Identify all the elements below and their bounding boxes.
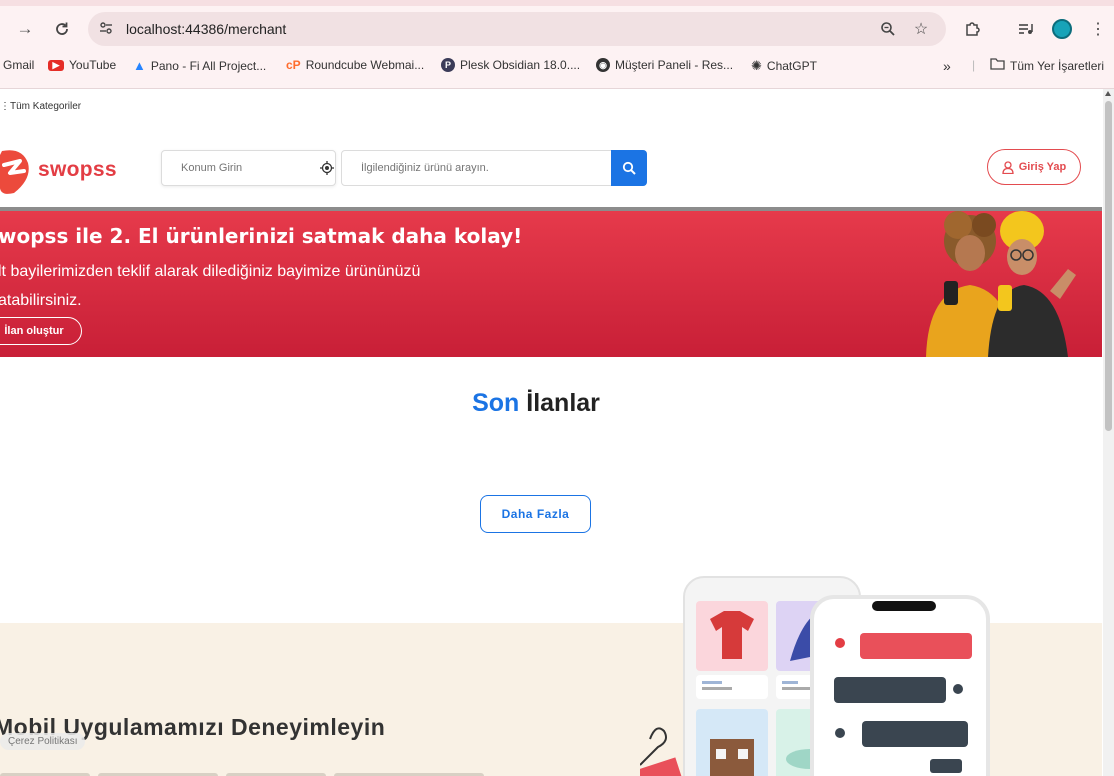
bookmark-youtube[interactable]: ▶ YouTube [48,58,116,72]
browser-chrome: → localhost:44386/merchant ☆ ⋮ Gmail ▶ Yo… [0,0,1114,89]
scrollbar-thumb[interactable] [1105,101,1112,431]
banner-title: wopss ile 2. El ürünlerinizi satmak daha… [0,224,523,248]
url-text[interactable]: localhost:44386/merchant [126,21,286,37]
app-phones-illustration [640,576,990,776]
menu-lines-icon: ⋮ [0,101,10,112]
search-input[interactable] [359,161,603,175]
bookmarks-overflow[interactable]: » [943,58,951,74]
location-input[interactable] [179,161,313,175]
site-settings-icon[interactable] [98,20,114,36]
jira-icon: ▲ [133,58,146,73]
latest-listings-title: Son İlanlar [472,389,600,417]
tab-strip [0,0,1114,6]
extensions-icon[interactable] [960,17,984,41]
search-button[interactable] [611,150,647,186]
cpanel-icon: cP [286,58,301,72]
search-icon [622,161,636,175]
all-categories-link[interactable]: ⋮Tüm Kategoriler [0,101,81,112]
swopss-logo-icon [0,150,29,194]
locate-icon[interactable] [320,161,334,175]
page-content: ⋮Tüm Kategoriler swopss Giriş Yap wopss … [0,89,1102,776]
search-field[interactable] [341,150,647,186]
forward-icon[interactable]: → [12,16,38,42]
bookmark-musteri[interactable]: ◉ Müşteri Paneli - Res... [596,58,733,72]
more-listings-button[interactable]: Daha Fazla [480,495,591,533]
globe-icon: ◉ [596,58,610,72]
cookie-policy-badge[interactable]: Çerez Politikası [0,733,86,750]
site-logo[interactable]: swopss [0,143,130,197]
star-icon[interactable]: ☆ [911,19,931,39]
logo-text: swopss [38,158,117,181]
create-listing-button[interactable]: İlan oluştur [0,317,82,345]
profile-avatar[interactable] [1052,19,1072,39]
menu-icon[interactable]: ⋮ [1086,17,1110,41]
page-scrollbar[interactable] [1103,89,1114,776]
chatgpt-icon: ✺ [751,58,762,73]
bookmarks-bar: Gmail ▶ YouTube ▲ Pano - Fi All Project...… [0,54,1114,78]
hero-banner: wopss ile 2. El ürünlerinizi satmak daha… [0,207,1102,357]
user-icon [1002,160,1014,174]
bookmark-pano[interactable]: ▲ Pano - Fi All Project... [133,58,266,73]
reload-icon[interactable] [49,16,75,42]
bookmark-chatgpt[interactable]: ✺ ChatGPT [751,58,817,74]
all-bookmarks[interactable]: Tüm Yer İşaretleri [990,58,1104,73]
bookmark-gmail[interactable]: Gmail [3,58,34,72]
banner-subtitle: lt bayilerimizden teklif alarak dilediği… [0,263,421,309]
media-icon[interactable] [1014,17,1038,41]
plesk-icon: P [441,58,455,72]
bookmarks-divider: | [972,58,976,72]
scroll-up-arrow[interactable] [1105,91,1111,96]
banner-people-image [926,211,1076,357]
login-button[interactable]: Giriş Yap [987,149,1081,185]
bookmark-plesk[interactable]: P Plesk Obsidian 18.0.... [441,58,580,72]
address-bar[interactable]: localhost:44386/merchant ☆ [88,12,946,46]
zoom-icon[interactable] [878,19,898,39]
app-promo-text-lines [0,766,520,776]
youtube-icon: ▶ [48,59,64,71]
folder-icon [990,58,1005,73]
location-field[interactable] [161,150,336,186]
bookmark-roundcube[interactable]: cP Roundcube Webmai... [286,58,424,72]
